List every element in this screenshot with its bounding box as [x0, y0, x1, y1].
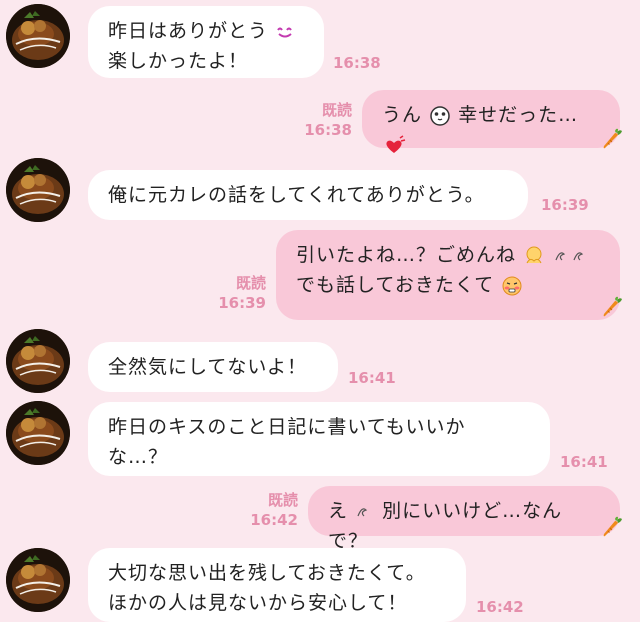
message-line: 昨日のキスのこと日記に書いてもいいか: [108, 416, 466, 438]
read-receipt: 既読: [267, 491, 298, 509]
avatar[interactable]: [6, 4, 70, 68]
avatar-curry-image: [6, 401, 70, 465]
avatar-curry-image: [6, 4, 70, 68]
message-line: 引いたよね…？ごめんね: [296, 244, 517, 266]
embarrassed-emoji: [502, 276, 522, 295]
smile-emoji: [277, 27, 292, 37]
carrot-icon: [602, 128, 624, 150]
sweat-emoji: [555, 251, 584, 260]
incoming-bubble[interactable]: 昨日はありがとう 楽しかったよ！: [88, 6, 324, 78]
message-line: 全然気にしてないよ！: [108, 356, 308, 378]
timestamp: 16:39: [218, 294, 266, 312]
incoming-bubble[interactable]: 大切な思い出を残しておきたくて。 ほかの人は見ないから安心して！: [88, 548, 466, 622]
read-meta: 既読 16:38: [300, 100, 352, 140]
avatar[interactable]: [6, 401, 70, 465]
carrot-icon: [602, 296, 624, 318]
message-line: ほかの人は見ないから安心して！: [108, 592, 408, 614]
message-line: な…？: [108, 446, 169, 468]
timestamp: 16:38: [333, 54, 381, 72]
avatar[interactable]: [6, 158, 70, 222]
read-meta: 既読 16:39: [214, 273, 266, 313]
incoming-bubble[interactable]: 昨日のキスのこと日記に書いてもいいか な…？: [88, 402, 550, 476]
message-line: うん: [382, 104, 423, 126]
face-emoji: [430, 105, 450, 126]
outgoing-bubble[interactable]: うん 幸せだった…: [362, 90, 620, 153]
outgoing-bubble[interactable]: え 別にいいけど…なんで？: [308, 486, 620, 552]
sweat-emoji: [357, 507, 368, 516]
message-line: 幸せだった…: [458, 104, 579, 126]
message-line: 大切な思い出を残しておきたくて。: [108, 562, 426, 584]
avatar[interactable]: [6, 548, 70, 612]
timestamp: 16:42: [476, 598, 524, 616]
timestamp: 16:39: [541, 196, 589, 214]
message-line: 楽しかったよ！: [108, 50, 249, 72]
incoming-bubble[interactable]: 俺に元カレの話をしてくれてありがとう。: [88, 170, 528, 220]
read-receipt: 既読: [321, 101, 352, 119]
hug-emoji: [526, 246, 542, 263]
avatar-curry-image: [6, 548, 70, 612]
avatar-curry-image: [6, 329, 70, 393]
read-meta: 既読 16:42: [246, 490, 298, 530]
timestamp: 16:42: [250, 511, 298, 529]
avatar[interactable]: [6, 329, 70, 393]
avatar-curry-image: [6, 158, 70, 222]
timestamp: 16:41: [348, 369, 396, 387]
outgoing-bubble[interactable]: 引いたよね…？ごめんね でも話しておきたくて: [276, 230, 620, 320]
heart-emoji: [386, 134, 406, 153]
message-line: え: [328, 500, 349, 522]
carrot-icon: [602, 516, 624, 538]
incoming-bubble[interactable]: 全然気にしてないよ！: [88, 342, 338, 392]
timestamp: 16:38: [304, 121, 352, 139]
timestamp: 16:41: [560, 453, 608, 471]
message-line: 俺に元カレの話をしてくれてありがとう。: [108, 184, 485, 206]
read-receipt: 既読: [235, 274, 266, 292]
message-line: 昨日はありがとう: [108, 20, 269, 42]
message-line: でも話しておきたくて: [296, 274, 495, 296]
